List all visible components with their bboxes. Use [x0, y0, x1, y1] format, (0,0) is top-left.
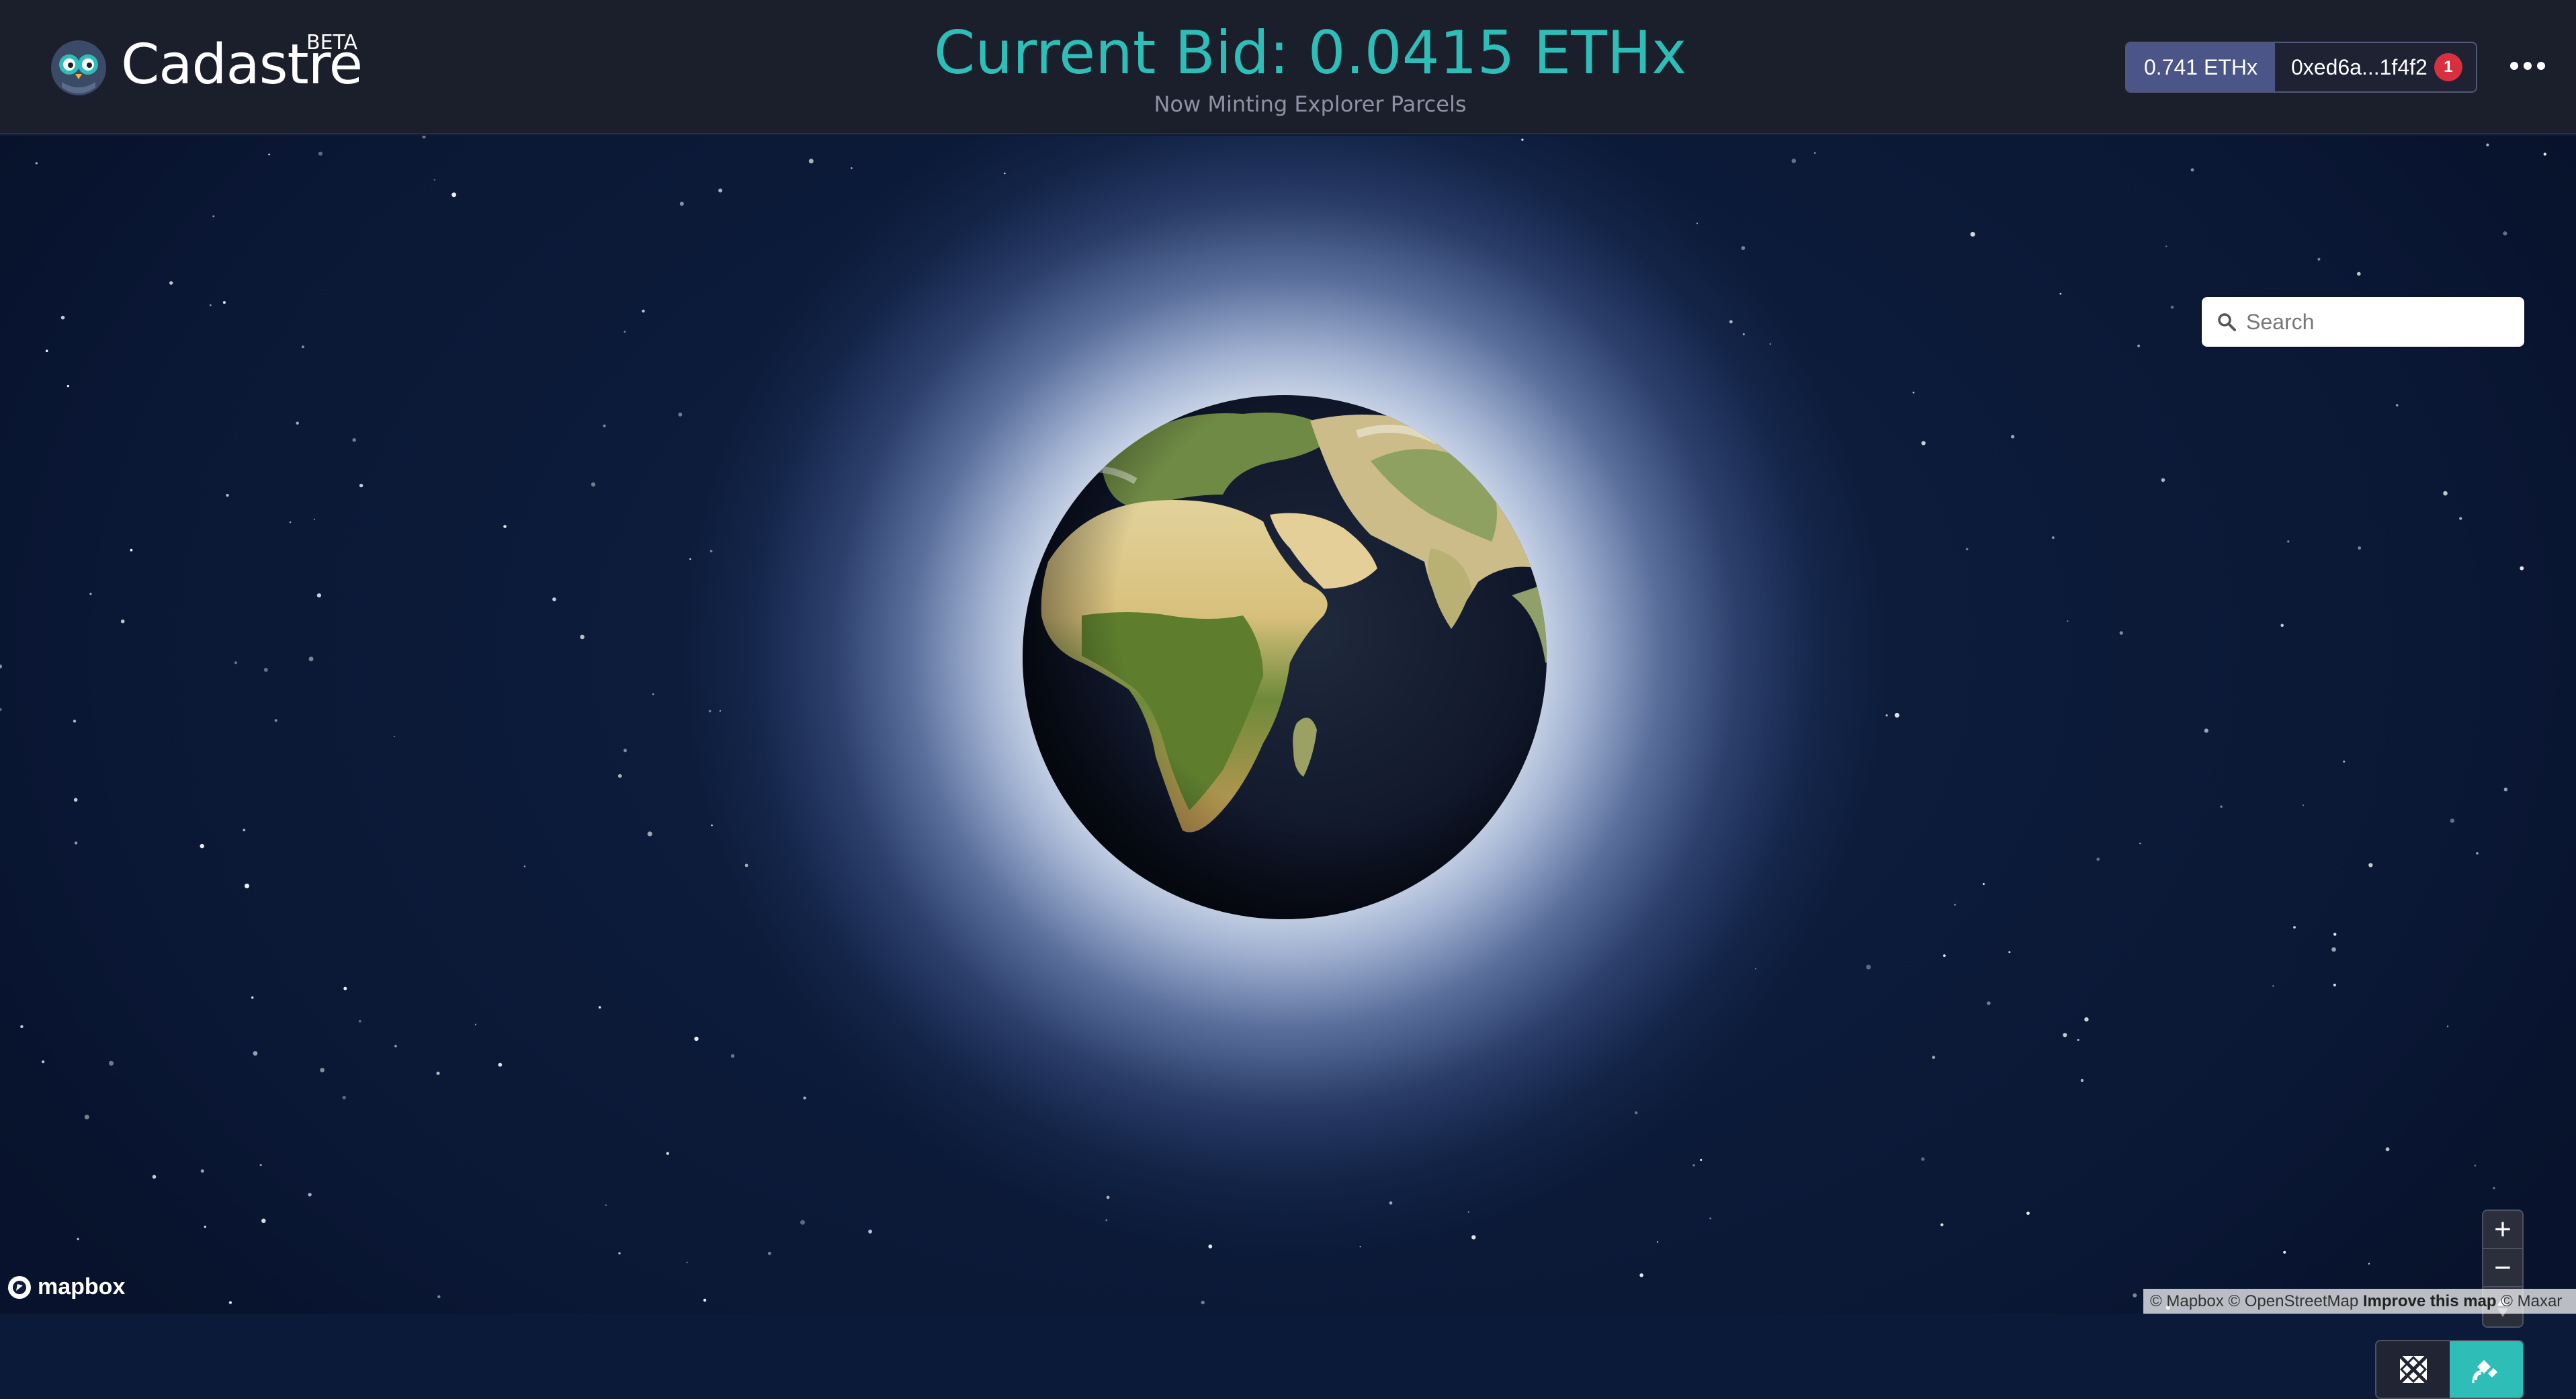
zoom-in-button[interactable]: + [2483, 1211, 2522, 1249]
map-style-toggle [2375, 1340, 2524, 1399]
search-input[interactable] [2245, 305, 2514, 339]
street-style-button[interactable] [2376, 1341, 2450, 1398]
plus-icon: + [2494, 1212, 2511, 1246]
more-dots-icon[interactable] [2510, 52, 2548, 79]
mapbox-logo[interactable]: mapbox [7, 1274, 125, 1300]
earth-globe[interactable] [1021, 394, 1549, 921]
wallet-widget[interactable]: 0.741 ETHx 0xed6a...1f4f2 1 [2125, 42, 2477, 93]
minus-icon: − [2494, 1250, 2511, 1284]
wallet-address-button[interactable]: 0xed6a...1f4f2 1 [2274, 43, 2476, 91]
wallet-balance[interactable]: 0.741 ETHx [2127, 43, 2275, 91]
minting-status: Now Minting Explorer Parcels [1154, 91, 1467, 117]
map-attribution: © Mapbox © OpenStreetMap Improve this ma… [2143, 1289, 2576, 1314]
top-header: Cadastre BETA Current Bid: 0.0415 ETHx N… [0, 0, 2576, 134]
satellite-off-icon [2398, 1355, 2428, 1384]
attribution-credits[interactable]: © Mapbox © OpenStreetMap [2150, 1292, 2358, 1310]
map-search[interactable] [2202, 297, 2524, 347]
search-icon [2218, 313, 2236, 331]
mapbox-wordmark: mapbox [38, 1274, 126, 1300]
satellite-style-button[interactable] [2450, 1341, 2523, 1398]
notification-badge[interactable]: 1 [2434, 53, 2462, 81]
zoom-out-button[interactable]: − [2483, 1249, 2522, 1287]
map-canvas[interactable]: + − [0, 136, 2576, 1399]
mapbox-logo-icon [8, 1275, 31, 1299]
wallet-address: 0xed6a...1f4f2 [2290, 55, 2428, 79]
attribution-maxar[interactable]: © Maxar [2501, 1292, 2562, 1310]
satellite-icon [2472, 1360, 2497, 1384]
improve-map-link[interactable]: Improve this map [2363, 1292, 2497, 1310]
